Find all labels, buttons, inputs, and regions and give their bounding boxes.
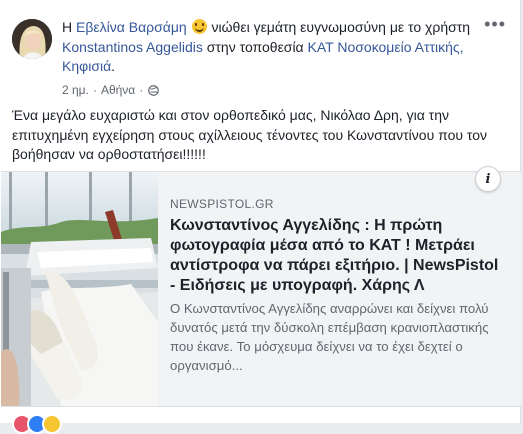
- post-meta: 2 ημ. · Αθήνα ·: [62, 83, 160, 97]
- info-button[interactable]: i: [475, 166, 501, 192]
- reaction-icons[interactable]: [12, 414, 62, 434]
- meta-separator: ·: [92, 83, 97, 97]
- link-preview-card[interactable]: NEWSPISTOL.GR Κωνσταντίνος Αγγελίδης : Η…: [1, 171, 521, 407]
- smile-emoji-icon: [191, 19, 207, 34]
- facebook-post: Η Εβελίνα Βαρσάμη νιώθει γεμάτη ευγνωμοσ…: [0, 0, 521, 434]
- link-title[interactable]: Κωνσταντίνος Αγγελίδης : Η πρώτη φωτογρα…: [170, 216, 505, 296]
- feeling-text: νιώθει γεμάτη ευγνωμοσύνη με το χρήστη: [211, 19, 471, 35]
- avatar[interactable]: [12, 19, 52, 59]
- link-preview-body[interactable]: NEWSPISTOL.GR Κωνσταντίνος Αγγελίδης : Η…: [158, 172, 520, 406]
- place-label[interactable]: Αθήνα: [101, 83, 135, 97]
- link-description: Ο Κωνσταντίνος Αγγελίδης αναρρώνει και δ…: [170, 301, 489, 373]
- hospital-photo: [1, 172, 158, 406]
- profile-photo: [12, 19, 52, 59]
- post-body-text: Ένα μεγάλο ευχαριστώ και στον ορθοπεδικό…: [12, 107, 488, 162]
- timestamp-link[interactable]: 2 ημ.: [62, 83, 89, 97]
- link-source: NEWSPISTOL.GR: [170, 197, 274, 211]
- tagged-user-link[interactable]: Konstantinos Aggelidis: [62, 39, 203, 55]
- author-prefix: Η: [62, 19, 76, 35]
- haha-reaction-icon: [42, 414, 62, 434]
- globe-icon[interactable]: [148, 84, 160, 96]
- location-suffix: .: [111, 58, 116, 74]
- more-options-button[interactable]: •••: [484, 15, 506, 33]
- meta-separator: ·: [139, 83, 144, 97]
- author-name-link[interactable]: Εβελίνα Βαρσάμη: [76, 19, 187, 35]
- location-prefix: στην τοποθεσία: [206, 38, 304, 55]
- link-preview-image[interactable]: [1, 172, 158, 406]
- post-header: Η Εβελίνα Βαρσάμη νιώθει γεμάτη ευγνωμοσ…: [62, 18, 482, 77]
